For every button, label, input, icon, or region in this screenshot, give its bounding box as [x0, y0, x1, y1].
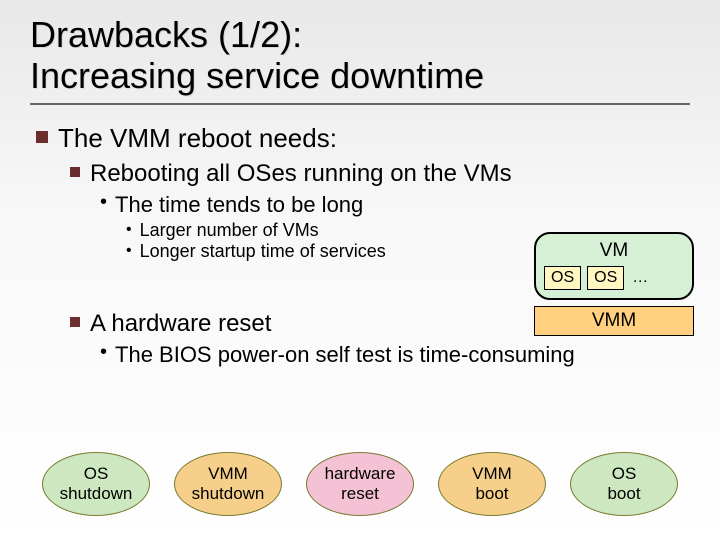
bullet-square-icon [70, 317, 80, 327]
bullet-l2b-text: A hardware reset [90, 310, 271, 338]
bullet-l3b-text: The BIOS power-on self test is time-cons… [115, 342, 575, 368]
os-row: OS OS … [544, 266, 684, 290]
bullet-square-icon [70, 167, 80, 177]
bullet-l1-text: The VMM reboot needs: [58, 123, 337, 154]
vm-container-box: VM OS OS … [534, 232, 694, 300]
bullet-dot-icon [100, 192, 107, 213]
ellipsis-icon: … [630, 269, 648, 287]
flow-step-os-shutdown: OS shutdown [42, 452, 150, 516]
flow-step-vmm-shutdown: VMM shutdown [174, 452, 282, 516]
vm-label: VM [544, 240, 684, 262]
bullet-square-icon [36, 131, 48, 143]
bullet-dot-icon [100, 342, 107, 363]
bullet-l3a-text: The time tends to be long [115, 192, 363, 218]
slide: Drawbacks (1/2): Increasing service down… [0, 0, 720, 540]
bullet-l4a-text: Larger number of VMs [140, 220, 319, 241]
os-box: OS [544, 266, 581, 290]
reboot-flow: OS shutdown VMM shutdown hardware reset … [0, 452, 720, 516]
bullet-dot-icon [126, 220, 132, 241]
os-box: OS [587, 266, 624, 290]
flow-step-os-boot: OS boot [570, 452, 678, 516]
flow-step-hardware-reset: hardware reset [306, 452, 414, 516]
bullet-l3b: The BIOS power-on self test is time-cons… [100, 342, 690, 368]
vmm-box: VMM [534, 306, 694, 336]
bullet-l4b-text: Longer startup time of services [140, 241, 386, 262]
bullet-l2a-text: Rebooting all OSes running on the VMs [90, 160, 512, 188]
bullet-dot-icon [126, 241, 132, 262]
vm-vmm-diagram: VM OS OS … VMM [534, 232, 694, 336]
flow-step-vmm-boot: VMM boot [438, 452, 546, 516]
slide-title: Drawbacks (1/2): Increasing service down… [30, 14, 690, 105]
